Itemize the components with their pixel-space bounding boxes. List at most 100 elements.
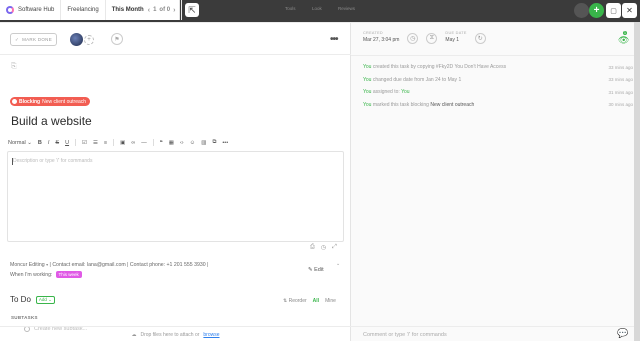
breadcrumb-this-month[interactable]: This Month ‹ 1 of 0 › [106, 0, 183, 20]
time-estimate-icon[interactable]: ⧖ [426, 33, 438, 44]
more-options-icon[interactable]: ••• [330, 34, 338, 45]
blocking-label: Blocking [19, 98, 41, 105]
activity-target-link[interactable]: New client outreach [430, 102, 474, 108]
priority-flag-icon[interactable]: ⚑ [111, 33, 123, 45]
app-logo-icon [6, 6, 14, 14]
code-icon[interactable]: ‹› [180, 140, 184, 146]
due-date-stat[interactable]: DUE DATE May 1 [445, 31, 466, 43]
contact-phone-value[interactable]: +1 201 555 3930 [167, 262, 206, 268]
breadcrumb-software-hub[interactable]: Software Hub [0, 0, 62, 20]
task-modal: ✓ MARK DONE + ⚑ ••• ⎘ Blocking New clien… [0, 22, 640, 341]
checklist-icon[interactable]: ☑ [82, 140, 87, 146]
activity-list: You created this task by copying #Fky2D … [363, 61, 633, 111]
blocking-task-name: New client outreach [42, 98, 87, 105]
next-task-icon[interactable]: › [173, 7, 175, 14]
comment-input[interactable]: Comment or type '/' for commands [351, 326, 640, 341]
collapse-fields-icon[interactable]: ⌄ [336, 261, 340, 267]
mark-done-button[interactable]: ✓ MARK DONE [10, 33, 57, 46]
description-editor[interactable]: Description or type '/' for commands [7, 151, 344, 242]
underline-icon[interactable]: U [65, 140, 69, 146]
mark-done-label: MARK DONE [22, 37, 53, 42]
working-label: When I'm working: [10, 271, 53, 278]
close-icon[interactable]: ✕ [622, 3, 637, 18]
reorder-label: Reorder [288, 298, 307, 304]
page-scrollbar[interactable] [634, 22, 640, 341]
task-header: ✓ MARK DONE + ⚑ ••• [0, 23, 351, 55]
divider [351, 55, 640, 56]
task-main-panel: ✓ MARK DONE + ⚑ ••• ⎘ Blocking New clien… [0, 23, 351, 341]
bold-icon[interactable]: B [38, 140, 42, 146]
filter-all[interactable]: All [313, 298, 319, 304]
task-title[interactable]: Build a website [11, 114, 92, 128]
strikethrough-icon[interactable]: S [55, 140, 59, 146]
nav-faded-1: Tools [285, 6, 296, 11]
add-assignee-icon[interactable]: + [84, 35, 94, 45]
attachment-icon[interactable]: ⎙ [310, 244, 315, 251]
nav-faded-3: Reviews [338, 6, 356, 11]
contact-email-value[interactable]: lana@gmail.com [87, 262, 126, 268]
breadcrumb-label: Freelancing [67, 7, 99, 13]
table-icon[interactable]: ▦ [169, 140, 174, 146]
user-avatar[interactable] [574, 3, 589, 18]
prev-task-icon[interactable]: ‹ [148, 7, 150, 14]
activity-time: 33 mins ago [608, 64, 633, 70]
activity-actor: You [363, 64, 372, 71]
bullet-list-icon[interactable]: ☰ [93, 140, 98, 146]
watchers-eye-icon[interactable]: 👁 1 [618, 31, 629, 46]
emoji-icon[interactable]: ☺ [190, 140, 196, 146]
numbered-list-icon[interactable]: ≡ [104, 140, 107, 146]
comment-bubble-icon[interactable]: 💬 [617, 328, 628, 339]
todo-section-header: To Do Add ⌄ [10, 295, 55, 304]
task-pager: ‹ 1 of 0 › [148, 7, 176, 14]
divider-line-icon[interactable]: — [141, 140, 147, 146]
grid-icon[interactable]: ▥ [201, 140, 206, 146]
activity-item: You marked this task blocking New client… [363, 99, 633, 112]
link-icon[interactable]: ∞ [131, 140, 135, 146]
toolbar-divider [152, 139, 154, 146]
minimize-icon[interactable]: ▢ [606, 3, 621, 18]
more-format-icon[interactable]: ••• [222, 140, 228, 146]
assignee-avatar[interactable] [70, 33, 83, 46]
image-icon[interactable]: ▣ [120, 140, 125, 146]
contact-phone-label: Contact phone: [129, 262, 166, 268]
blocking-badge[interactable]: Blocking New client outreach [10, 97, 91, 106]
description-placeholder: Description or type '/' for commands [13, 158, 93, 164]
activity-assignee: You [401, 89, 410, 96]
nav-faded-2: Look [312, 6, 322, 11]
breadcrumb-label: This Month [111, 7, 144, 13]
pager-total: of 0 [159, 7, 171, 13]
edit-label: Edit [314, 267, 324, 273]
custom-fields-line: Moncur Editing ▾ | Contact email: lana@g… [10, 262, 209, 268]
created-label: CREATED [363, 31, 383, 35]
editor-footer-icons: ⎙ ◷ ⤢ [310, 244, 337, 251]
format-select-label: Normal [8, 139, 26, 146]
filter-mine[interactable]: Mine [325, 298, 336, 304]
working-tag[interactable]: This week [55, 271, 82, 278]
history-icon[interactable]: ◷ [321, 244, 326, 251]
open-external-icon[interactable]: ⇱ [185, 3, 199, 17]
activity-item: You assigned to: You 31 mins ago [363, 86, 633, 99]
created-value: Mar 27, 3:04 pm [363, 37, 400, 43]
activity-time: 33 mins ago [608, 77, 633, 83]
reorder-button[interactable]: ⇅ Reorder [283, 298, 307, 304]
quote-icon[interactable]: ❝ [160, 140, 163, 146]
contact-name[interactable]: Moncur Editing [10, 262, 45, 268]
format-select[interactable]: Normal ⌄ [8, 140, 32, 146]
italic-icon[interactable]: I [48, 140, 50, 146]
subtasks-heading: SUBTASKS [11, 315, 38, 320]
embed-icon[interactable]: ⧉ [212, 139, 216, 146]
blocking-icon [12, 99, 17, 104]
breadcrumb-freelancing[interactable]: Freelancing [61, 0, 106, 20]
add-checklist-button[interactable]: Add ⌄ [35, 295, 55, 304]
edit-fields-button[interactable]: ✎ Edit [308, 267, 324, 273]
add-icon[interactable]: + [589, 3, 604, 18]
browse-link[interactable]: browse [203, 332, 219, 338]
dropzone-text: Drop files here to attach or [140, 331, 200, 338]
attachment-dropzone[interactable]: ☁ Drop files here to attach or browse [0, 326, 351, 341]
due-label: DUE DATE [445, 31, 467, 35]
recurring-icon[interactable]: ↻ [474, 33, 486, 44]
subtask-link-icon[interactable]: ⎘ [11, 63, 17, 71]
time-tracked-icon[interactable]: ◷ [407, 33, 419, 44]
expand-icon[interactable]: ⤢ [332, 244, 337, 251]
chevron-down-icon[interactable]: ▾ [46, 262, 48, 267]
